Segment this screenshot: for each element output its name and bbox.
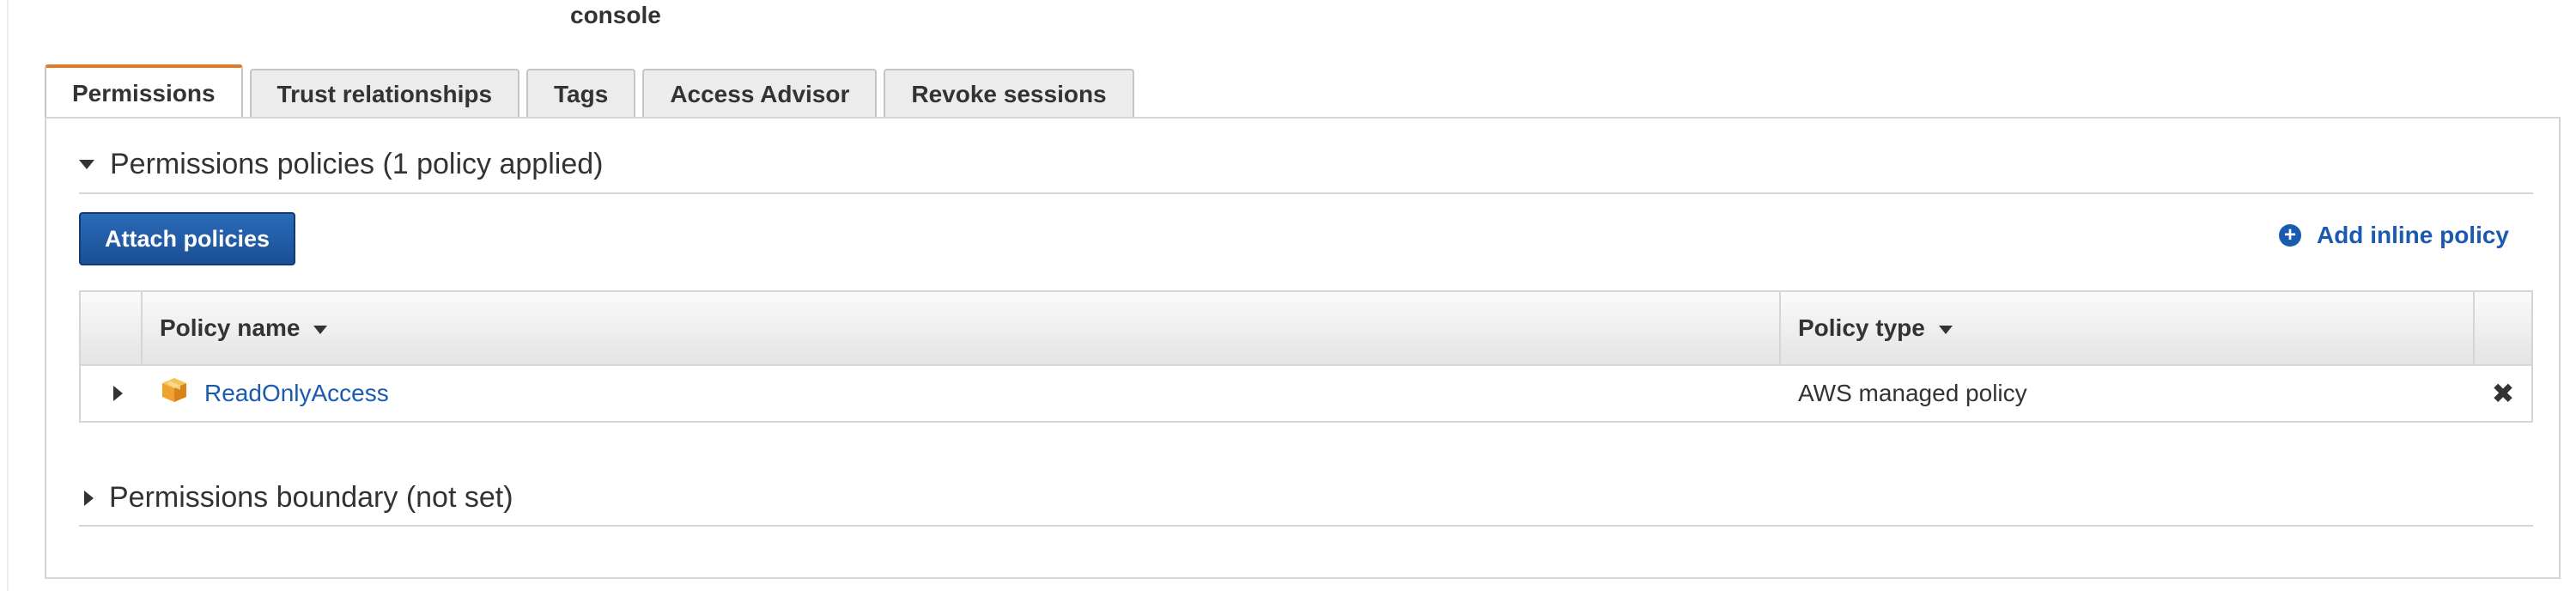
iam-role-permissions-page: console Permissions Trust relationships … — [0, 0, 2576, 591]
tab-permissions[interactable]: Permissions — [45, 64, 243, 119]
permissions-boundary-toggle[interactable]: Permissions boundary (not set) — [79, 481, 513, 515]
section-divider — [79, 192, 2533, 194]
policy-type-cell: AWS managed policy — [1798, 380, 2027, 406]
close-icon: ✖ — [2491, 378, 2515, 409]
action-column-header — [2475, 292, 2531, 364]
section-divider — [79, 525, 2533, 527]
policy-name-cell: ReadOnlyAccess — [143, 366, 1781, 421]
policy-name-link[interactable]: ReadOnlyAccess — [204, 380, 389, 407]
table-header: Policy name Policy type — [81, 292, 2531, 366]
aws-managed-policy-icon — [162, 378, 186, 402]
page-header-text: console — [570, 2, 661, 28]
expand-row-toggle[interactable] — [81, 366, 143, 421]
tab-revoke-sessions[interactable]: Revoke sessions — [884, 69, 1134, 119]
add-inline-policy-link[interactable]: + Add inline policy — [2278, 222, 2509, 249]
tab-access-advisor[interactable]: Access Advisor — [642, 69, 878, 119]
permissions-policies-heading: Permissions policies (1 policy applied) — [110, 148, 604, 180]
permissions-boundary-heading: Permissions boundary (not set) — [109, 481, 513, 514]
caret-right-icon — [84, 490, 94, 506]
policies-table: Policy name Policy type ReadOnlyAccess A… — [79, 290, 2533, 423]
caret-down-icon — [313, 325, 328, 334]
expand-column-header — [81, 292, 143, 364]
add-inline-policy-label: Add inline policy — [2316, 222, 2509, 248]
column-header-policy-name[interactable]: Policy name — [143, 292, 1781, 364]
left-divider — [7, 0, 9, 591]
table-row: ReadOnlyAccess AWS managed policy ✖ — [81, 366, 2531, 421]
caret-down-icon — [1938, 325, 1953, 334]
tab-tags[interactable]: Tags — [526, 69, 636, 119]
column-header-label: Policy type — [1798, 314, 1925, 341]
plus-circle-icon: + — [2278, 224, 2301, 247]
column-header-policy-type[interactable]: Policy type — [1781, 292, 2475, 364]
column-header-label: Policy name — [160, 314, 301, 341]
attach-policies-button[interactable]: Attach policies — [79, 212, 296, 265]
caret-right-icon — [112, 386, 123, 401]
caret-down-icon — [79, 160, 94, 169]
tab-bar: Permissions Trust relationships Tags Acc… — [45, 64, 1141, 119]
remove-policy-button[interactable]: ✖ — [2475, 366, 2531, 421]
tab-trust-relationships[interactable]: Trust relationships — [249, 69, 520, 119]
permissions-policies-toggle[interactable]: Permissions policies (1 policy applied) — [79, 148, 603, 181]
